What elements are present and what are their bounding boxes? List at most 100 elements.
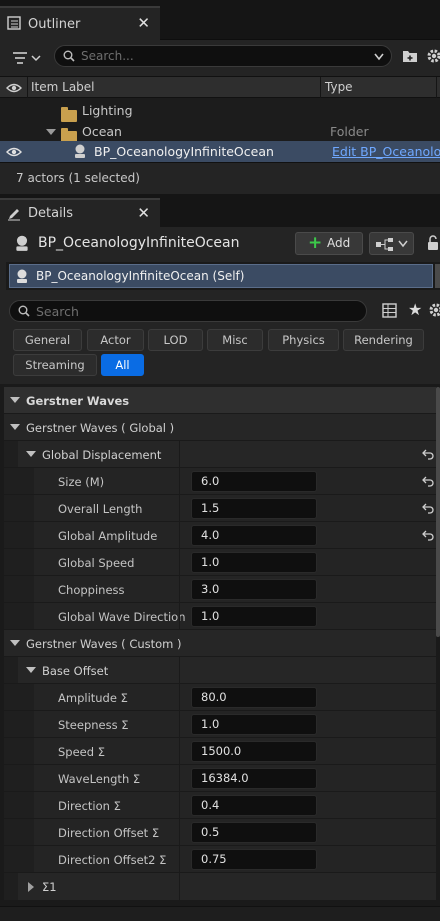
table-view-icon[interactable] bbox=[382, 303, 397, 318]
gear-icon[interactable] bbox=[428, 302, 440, 318]
tab-details[interactable]: Details ✕ bbox=[0, 198, 160, 227]
divider bbox=[179, 468, 180, 494]
reset-arrow-icon[interactable] bbox=[422, 502, 434, 514]
divider bbox=[179, 657, 180, 683]
group-base-offset[interactable]: Base Offset bbox=[4, 657, 436, 684]
property-row: WaveLength Σ 16384.0 bbox=[4, 765, 436, 792]
details-search-placeholder: Search bbox=[36, 303, 79, 319]
reset-arrow-icon[interactable] bbox=[422, 529, 434, 541]
indent-bar bbox=[4, 792, 34, 818]
property-label: WaveLength Σ bbox=[58, 772, 141, 786]
expand-arrow-icon bbox=[26, 667, 36, 673]
speed-field[interactable]: 1500.0 bbox=[191, 741, 317, 762]
property-label: Speed Σ bbox=[58, 745, 105, 759]
filter-lod[interactable]: LOD bbox=[148, 329, 203, 351]
global-speed-field[interactable]: 1.0 bbox=[191, 552, 317, 573]
divider bbox=[179, 603, 180, 629]
filter-icon[interactable] bbox=[12, 50, 42, 66]
property-row: Amplitude Σ 80.0 bbox=[4, 684, 436, 711]
list-item[interactable]: Ocean Folder bbox=[0, 121, 440, 143]
expand-arrow-icon bbox=[10, 424, 20, 430]
new-folder-icon[interactable] bbox=[402, 48, 418, 64]
item-type: Folder bbox=[330, 124, 369, 139]
indent-bar bbox=[4, 873, 18, 900]
filter-physics[interactable]: Physics bbox=[268, 329, 339, 351]
direction-field[interactable]: 0.4 bbox=[191, 795, 317, 816]
property-row: Direction Σ 0.4 bbox=[4, 792, 436, 819]
component-self-row[interactable]: BP_OceanologyInfiniteOcean (Self) bbox=[9, 264, 433, 288]
blueprint-options-button[interactable] bbox=[369, 232, 414, 255]
group-global-label: Gerstner Waves ( Global ) bbox=[26, 421, 175, 435]
outliner-status-bar: 7 actors (1 selected) bbox=[0, 162, 440, 194]
actor-icon bbox=[75, 144, 85, 158]
property-row: Steepness Σ 1.0 bbox=[4, 711, 436, 738]
lock-icon[interactable] bbox=[426, 235, 440, 251]
details-search-input[interactable]: Search bbox=[9, 300, 367, 322]
expand-arrow-icon[interactable] bbox=[46, 129, 56, 135]
item-label: Ocean bbox=[82, 124, 122, 139]
filter-general[interactable]: General bbox=[13, 329, 82, 351]
property-label: Steepness Σ bbox=[58, 718, 129, 732]
filter-misc[interactable]: Misc bbox=[207, 329, 263, 351]
indent-bar bbox=[4, 441, 18, 467]
group-global-displacement[interactable]: Global Displacement bbox=[4, 441, 436, 468]
add-label: Add bbox=[327, 236, 351, 250]
expand-arrow-icon bbox=[28, 882, 34, 892]
column-type[interactable]: Type bbox=[325, 80, 353, 94]
indent-bar bbox=[4, 603, 34, 629]
actor-icon bbox=[17, 269, 27, 283]
group-global[interactable]: Gerstner Waves ( Global ) bbox=[4, 414, 436, 441]
steepness-field[interactable]: 1.0 bbox=[191, 714, 317, 735]
indent-bar bbox=[4, 819, 34, 845]
property-label: Global Wave Direction bbox=[58, 610, 186, 624]
outliner-search-input[interactable]: Search... bbox=[54, 45, 392, 67]
overall-length-field[interactable]: 1.5 bbox=[191, 498, 317, 519]
outliner-toolbar: Search... bbox=[0, 40, 440, 76]
group-custom[interactable]: Gerstner Waves ( Custom ) bbox=[4, 630, 436, 657]
indent-bar bbox=[4, 495, 34, 521]
filter-rendering[interactable]: Rendering bbox=[343, 329, 424, 351]
amplitude-field[interactable]: 80.0 bbox=[191, 687, 317, 708]
star-icon[interactable]: ★ bbox=[408, 300, 422, 319]
section-title: Gerstner Waves bbox=[26, 394, 130, 408]
group-sigma1[interactable]: Σ1 bbox=[4, 873, 436, 901]
divider bbox=[179, 765, 180, 791]
filter-actor[interactable]: Actor bbox=[87, 329, 144, 351]
details-scrollbar[interactable] bbox=[436, 387, 440, 637]
section-gerstner-waves[interactable]: Gerstner Waves bbox=[4, 387, 436, 414]
property-row: Direction Offset Σ 0.5 bbox=[4, 819, 436, 846]
visibility-eye-icon[interactable] bbox=[6, 146, 22, 158]
pencil-icon bbox=[8, 209, 20, 221]
reset-arrow-icon[interactable] bbox=[422, 475, 434, 487]
filter-all[interactable]: All bbox=[101, 354, 144, 376]
direction-offset2-field[interactable]: 0.75 bbox=[191, 849, 317, 870]
group-custom-label: Gerstner Waves ( Custom ) bbox=[26, 637, 182, 651]
direction-offset-field[interactable]: 0.5 bbox=[191, 822, 317, 843]
visibility-eye-icon[interactable] bbox=[6, 82, 22, 94]
divider bbox=[179, 846, 180, 872]
chevron-down-icon[interactable] bbox=[373, 52, 385, 62]
add-component-button[interactable]: + Add bbox=[295, 232, 363, 255]
column-item-label[interactable]: Item Label bbox=[31, 80, 95, 94]
property-row: Speed Σ 1500.0 bbox=[4, 738, 436, 765]
indent-bar bbox=[4, 549, 34, 575]
property-label: Size (M) bbox=[58, 475, 105, 489]
gear-icon[interactable] bbox=[426, 48, 440, 64]
global-amplitude-field[interactable]: 4.0 bbox=[191, 525, 317, 546]
choppiness-field[interactable]: 3.0 bbox=[191, 579, 317, 600]
close-icon[interactable]: ✕ bbox=[137, 204, 150, 222]
divider bbox=[179, 549, 180, 575]
tab-outliner[interactable]: Outliner ✕ bbox=[0, 6, 160, 40]
divider bbox=[179, 792, 180, 818]
filter-streaming[interactable]: Streaming bbox=[13, 354, 97, 376]
actor-name-title[interactable]: BP_OceanologyInfiniteOcean bbox=[38, 235, 240, 251]
list-item-selected[interactable]: BP_OceanologyInfiniteOcean Edit BP_Ocean… bbox=[0, 141, 440, 162]
size-m-field[interactable]: 6.0 bbox=[191, 471, 317, 492]
wavelength-field[interactable]: 16384.0 bbox=[191, 768, 317, 789]
edit-blueprint-link[interactable]: Edit BP_Oceanology bbox=[332, 144, 440, 159]
close-icon[interactable]: ✕ bbox=[137, 14, 150, 32]
global-wave-direction-field[interactable]: 1.0 bbox=[191, 606, 317, 627]
component-list-scrollbar[interactable] bbox=[435, 264, 440, 288]
reset-arrow-icon[interactable] bbox=[422, 448, 434, 460]
list-item[interactable]: Lighting bbox=[0, 100, 440, 122]
